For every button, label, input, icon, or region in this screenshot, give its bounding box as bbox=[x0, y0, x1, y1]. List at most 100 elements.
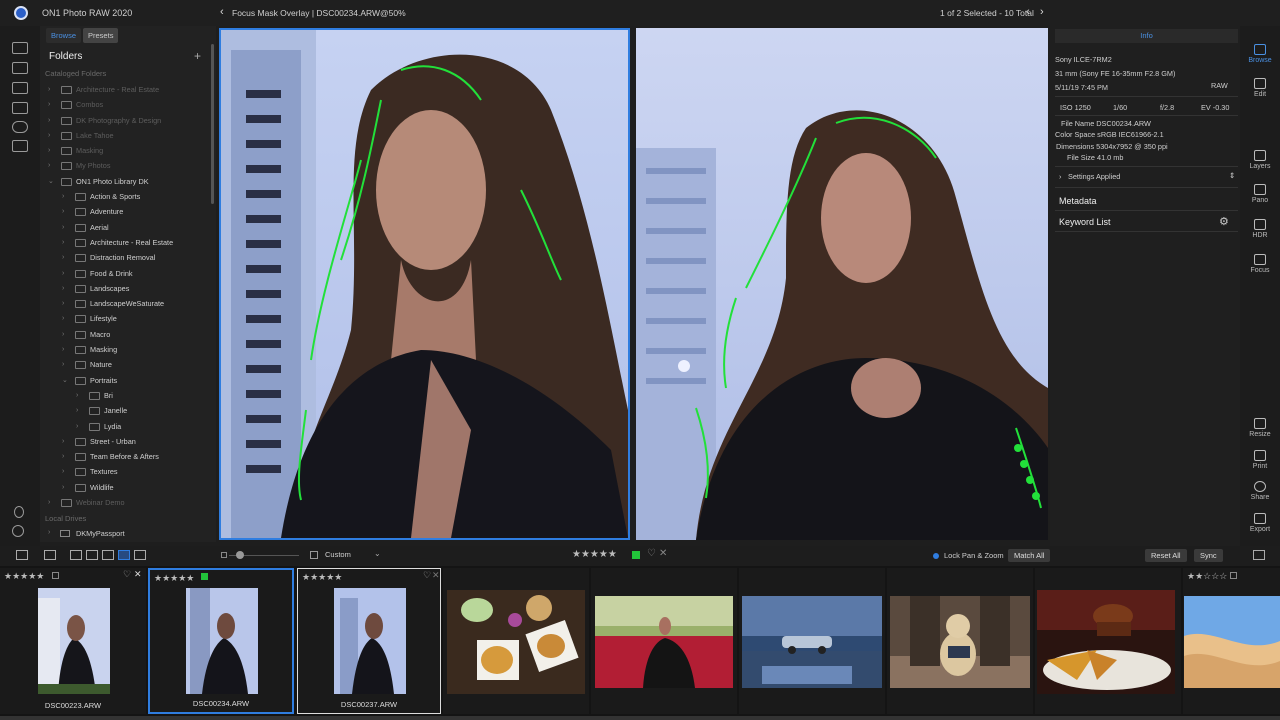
chevron-right-icon[interactable]: › bbox=[62, 357, 64, 372]
filmstrip-view-icon[interactable] bbox=[102, 550, 114, 560]
folder-item[interactable]: › Lifestyle bbox=[45, 311, 210, 326]
chevron-right-icon[interactable]: › bbox=[48, 82, 50, 97]
color-label[interactable] bbox=[52, 572, 59, 579]
chevron-right-icon[interactable]: › bbox=[62, 235, 64, 250]
folder-item[interactable]: › Architecture - Real Estate bbox=[45, 82, 210, 97]
reject-icon[interactable]: ✕ bbox=[659, 548, 667, 559]
next-arrow-icon[interactable]: › bbox=[1040, 6, 1044, 18]
gear-icon[interactable]: ⚙ bbox=[1219, 215, 1229, 228]
updown-icon[interactable]: ⇕ bbox=[1229, 171, 1235, 180]
metadata-section[interactable]: Metadata bbox=[1059, 196, 1097, 206]
color-label-green[interactable] bbox=[632, 551, 640, 559]
prev-arrow-icon[interactable]: ‹ bbox=[1026, 6, 1030, 18]
folder-item[interactable]: › My Photos bbox=[45, 158, 210, 173]
help-icon[interactable] bbox=[12, 525, 24, 537]
chevron-right-icon[interactable]: › bbox=[62, 220, 64, 235]
reject-icon[interactable]: ✕ bbox=[432, 570, 440, 581]
sidebar-scrollbar[interactable] bbox=[211, 44, 214, 204]
compare-view-icon[interactable] bbox=[118, 550, 130, 560]
rating-stars[interactable]: ★★★★★ bbox=[4, 571, 44, 582]
chevron-right-icon[interactable]: › bbox=[48, 158, 50, 173]
heart-icon[interactable]: ♡ bbox=[423, 570, 431, 581]
folder-item[interactable]: › LandscapeWeSaturate bbox=[45, 296, 210, 311]
tab-presets[interactable]: Presets bbox=[83, 28, 119, 43]
export-module[interactable]: Export bbox=[1240, 513, 1280, 533]
map-view-icon[interactable] bbox=[134, 550, 146, 560]
chevron-right-icon[interactable]: › bbox=[62, 204, 64, 219]
rating-stars[interactable]: ★★★★★ bbox=[154, 573, 194, 584]
chevron-down-icon[interactable]: ⌄ bbox=[62, 373, 68, 388]
folder-item[interactable]: › Landscapes bbox=[45, 281, 210, 296]
heart-icon[interactable]: ♡ bbox=[123, 569, 131, 580]
cloud-icon[interactable] bbox=[12, 121, 28, 133]
chevron-right-icon[interactable]: › bbox=[48, 495, 50, 510]
resize-module[interactable]: Resize bbox=[1240, 418, 1280, 438]
color-label[interactable] bbox=[1230, 572, 1237, 579]
folder-item[interactable]: › Team Before & Afters bbox=[45, 449, 210, 464]
color-label-green[interactable] bbox=[201, 573, 208, 580]
panel-toggle-icon[interactable] bbox=[1253, 550, 1265, 560]
print-module[interactable]: Print bbox=[1240, 450, 1280, 470]
folder-item[interactable]: › Distraction Removal bbox=[45, 250, 210, 265]
chevron-right-icon[interactable]: › bbox=[76, 403, 78, 418]
camera-icon[interactable] bbox=[12, 62, 28, 74]
folder-item[interactable]: › Adventure bbox=[45, 204, 210, 219]
chevron-right-icon[interactable]: › bbox=[76, 419, 78, 434]
chevron-down-icon[interactable]: ⌄ bbox=[48, 174, 54, 189]
tab-info[interactable]: Info bbox=[1055, 29, 1238, 43]
user-icon[interactable] bbox=[14, 506, 24, 518]
tab-browse[interactable]: Browse bbox=[46, 28, 82, 43]
folder-item[interactable]: › Lake Tahoe bbox=[45, 128, 210, 143]
drive-name[interactable]: DKMyPassport bbox=[76, 529, 125, 538]
folder-item[interactable]: › Bri bbox=[45, 388, 210, 403]
chevron-right-icon[interactable]: › bbox=[62, 250, 64, 265]
chevron-right-icon[interactable]: › bbox=[62, 296, 64, 311]
filmstrip-cell[interactable]: ★★★★★ ♡ ✕ DSC00237.ARW bbox=[297, 568, 441, 714]
reject-icon[interactable]: ✕ bbox=[134, 569, 142, 580]
chevron-right-icon[interactable]: › bbox=[62, 327, 64, 342]
folder-item[interactable]: › Action & Sports bbox=[45, 189, 210, 204]
folder-item[interactable]: › Webinar Demo bbox=[45, 495, 210, 510]
chevron-right-icon[interactable]: › bbox=[48, 128, 50, 143]
folder-item[interactable]: › Janelle bbox=[45, 403, 210, 418]
keyword-list-section[interactable]: Keyword List bbox=[1059, 217, 1111, 227]
folder-item[interactable]: › Textures bbox=[45, 464, 210, 479]
chevron-right-icon[interactable]: › bbox=[48, 143, 50, 158]
folder-item[interactable]: › Masking bbox=[45, 143, 210, 158]
filmstrip-scrollbar[interactable] bbox=[0, 716, 1280, 720]
folder-item[interactable]: › Lydia bbox=[45, 419, 210, 434]
folder-item[interactable]: › Food & Drink bbox=[45, 266, 210, 281]
settings-applied[interactable]: Settings Applied bbox=[1068, 172, 1120, 181]
filmstrip-cell[interactable] bbox=[739, 568, 885, 714]
folder-item[interactable]: › Masking bbox=[45, 342, 210, 357]
chevron-right-icon[interactable]: › bbox=[62, 464, 64, 479]
filmstrip-cell-selected[interactable]: ★★★★★ DSC00234.ARW bbox=[148, 568, 294, 714]
chevron-right-icon[interactable]: › bbox=[76, 388, 78, 403]
browse-module[interactable]: Browse bbox=[1240, 44, 1280, 64]
chevron-right-icon[interactable]: › bbox=[62, 311, 64, 326]
match-all-button[interactable]: Match All bbox=[1008, 549, 1051, 562]
heart-icon[interactable]: ♡ bbox=[647, 548, 656, 559]
filmstrip-cell[interactable] bbox=[443, 568, 589, 714]
filmstrip-cell[interactable] bbox=[1035, 568, 1181, 714]
pano-module[interactable]: Pano bbox=[1240, 184, 1280, 204]
filmstrip-cell[interactable] bbox=[887, 568, 1033, 714]
chevron-right-icon[interactable]: › bbox=[62, 342, 64, 357]
chevron-right-icon[interactable]: › bbox=[1059, 172, 1061, 181]
add-folder-icon[interactable]: + bbox=[194, 49, 201, 63]
folder-item[interactable]: ⌄ Portraits bbox=[45, 373, 210, 388]
chevron-right-icon[interactable]: › bbox=[62, 189, 64, 204]
folder-item[interactable]: › Macro bbox=[45, 327, 210, 342]
rating-stars[interactable]: ★★★★★ bbox=[572, 549, 617, 560]
focus-module[interactable]: Focus bbox=[1240, 254, 1280, 274]
edit-module[interactable]: Edit bbox=[1240, 78, 1280, 98]
photo-compare-right[interactable] bbox=[636, 28, 1048, 540]
lock-pan-zoom[interactable]: Lock Pan & Zoom bbox=[944, 551, 1004, 560]
layers-module[interactable]: Layers bbox=[1240, 150, 1280, 170]
sync-button[interactable]: Sync bbox=[1194, 549, 1223, 562]
folder-item[interactable]: › Wildlife bbox=[45, 480, 210, 495]
chevron-down-icon[interactable]: ⌄ bbox=[374, 549, 381, 558]
radio-icon[interactable] bbox=[933, 553, 939, 559]
hdr-module[interactable]: HDR bbox=[1240, 219, 1280, 239]
chevron-right-icon[interactable]: › bbox=[48, 529, 50, 536]
